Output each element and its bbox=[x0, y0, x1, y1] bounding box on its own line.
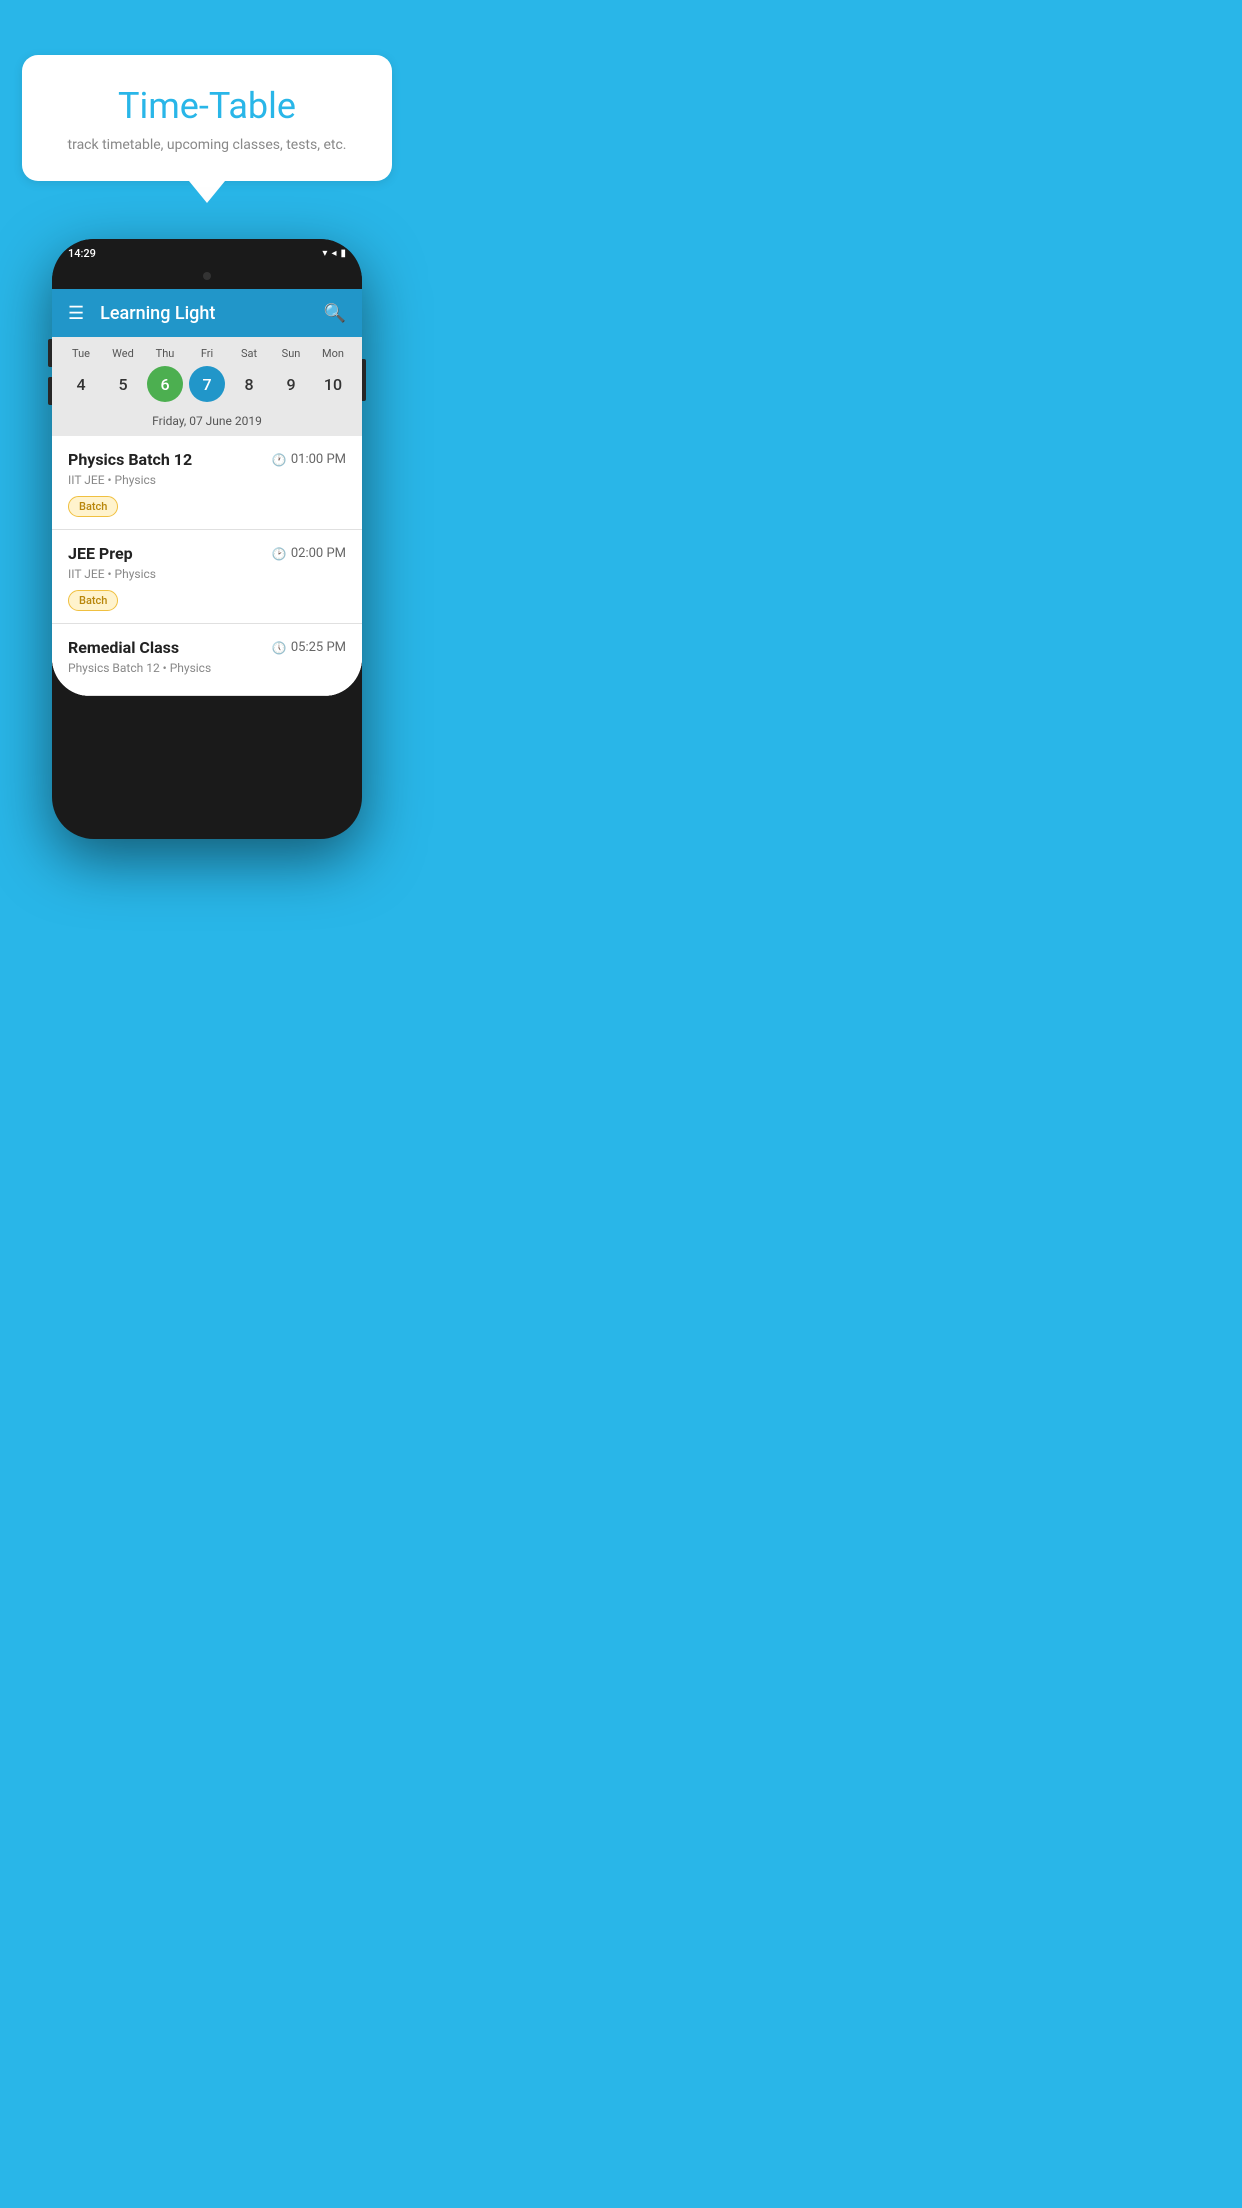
phone-screen: ☰ Learning Light 🔍 Tue Wed Thu Fri Sat S… bbox=[52, 289, 362, 696]
day-header-sat: Sat bbox=[231, 347, 267, 360]
schedule-item-3[interactable]: Remedial Class 🕔 05:25 PM Physics Batch … bbox=[52, 624, 362, 696]
schedule-item-3-header: Remedial Class 🕔 05:25 PM bbox=[68, 638, 346, 657]
schedule-item-3-time: 🕔 05:25 PM bbox=[272, 640, 346, 655]
day-9[interactable]: 9 bbox=[273, 366, 309, 402]
schedule-list: Physics Batch 12 🕐 01:00 PM IIT JEE • Ph… bbox=[52, 436, 362, 696]
bubble-title: Time-Table bbox=[46, 85, 368, 127]
clock-icon-2: 🕑 bbox=[272, 547, 287, 561]
schedule-item-2-header: JEE Prep 🕑 02:00 PM bbox=[68, 544, 346, 563]
signal-icon: ◂ bbox=[331, 248, 336, 259]
day-8[interactable]: 8 bbox=[231, 366, 267, 402]
app-bar: ☰ Learning Light 🔍 bbox=[52, 289, 362, 337]
status-bar: 14:29 ▾ ◂ ▮ bbox=[52, 239, 362, 267]
day-header-sun: Sun bbox=[273, 347, 309, 360]
bubble-subtitle: track timetable, upcoming classes, tests… bbox=[46, 137, 368, 153]
clock-icon-3: 🕔 bbox=[272, 641, 287, 655]
batch-tag-1: Batch bbox=[68, 496, 118, 517]
schedule-item-1-title: Physics Batch 12 bbox=[68, 450, 192, 469]
schedule-item-2[interactable]: JEE Prep 🕑 02:00 PM IIT JEE • Physics Ba… bbox=[52, 530, 362, 624]
phone-outer: 14:29 ▾ ◂ ▮ ☰ Learning Light 🔍 bbox=[52, 239, 362, 839]
speech-bubble: Time-Table track timetable, upcoming cla… bbox=[22, 55, 392, 181]
notch-area bbox=[52, 267, 362, 289]
speech-bubble-section: Time-Table track timetable, upcoming cla… bbox=[0, 0, 414, 181]
day-header-tue: Tue bbox=[63, 347, 99, 360]
day-6-today[interactable]: 6 bbox=[147, 366, 183, 402]
day-headers: Tue Wed Thu Fri Sat Sun Mon bbox=[52, 347, 362, 360]
day-header-fri: Fri bbox=[189, 347, 225, 360]
day-4[interactable]: 4 bbox=[63, 366, 99, 402]
schedule-item-2-sub: IIT JEE • Physics bbox=[68, 567, 346, 581]
day-10[interactable]: 10 bbox=[315, 366, 351, 402]
selected-date-label: Friday, 07 June 2019 bbox=[52, 410, 362, 436]
status-icons: ▾ ◂ ▮ bbox=[322, 248, 346, 259]
day-header-wed: Wed bbox=[105, 347, 141, 360]
schedule-item-3-sub: Physics Batch 12 • Physics bbox=[68, 661, 346, 675]
schedule-item-1-time: 🕐 01:00 PM bbox=[272, 452, 346, 467]
status-time: 14:29 bbox=[68, 247, 96, 260]
batch-tag-2: Batch bbox=[68, 590, 118, 611]
day-header-thu: Thu bbox=[147, 347, 183, 360]
calendar-strip: Tue Wed Thu Fri Sat Sun Mon 4 5 6 7 8 9 … bbox=[52, 337, 362, 436]
menu-icon[interactable]: ☰ bbox=[68, 303, 84, 324]
schedule-item-1-sub: IIT JEE • Physics bbox=[68, 473, 346, 487]
schedule-item-1[interactable]: Physics Batch 12 🕐 01:00 PM IIT JEE • Ph… bbox=[52, 436, 362, 530]
wifi-icon: ▾ bbox=[322, 248, 327, 259]
phone-mockup: 14:29 ▾ ◂ ▮ ☰ Learning Light 🔍 bbox=[52, 239, 362, 839]
schedule-item-2-title: JEE Prep bbox=[68, 544, 133, 563]
camera-dot bbox=[203, 272, 211, 280]
app-title: Learning Light bbox=[100, 303, 323, 324]
schedule-item-3-title: Remedial Class bbox=[68, 638, 179, 657]
day-5[interactable]: 5 bbox=[105, 366, 141, 402]
search-icon[interactable]: 🔍 bbox=[324, 303, 346, 324]
notch bbox=[177, 267, 237, 285]
day-numbers: 4 5 6 7 8 9 10 bbox=[52, 366, 362, 402]
schedule-item-1-header: Physics Batch 12 🕐 01:00 PM bbox=[68, 450, 346, 469]
battery-icon: ▮ bbox=[340, 248, 346, 259]
clock-icon-1: 🕐 bbox=[272, 453, 287, 467]
power-button bbox=[362, 359, 366, 401]
day-7-selected[interactable]: 7 bbox=[189, 366, 225, 402]
day-header-mon: Mon bbox=[315, 347, 351, 360]
schedule-item-2-time: 🕑 02:00 PM bbox=[272, 546, 346, 561]
